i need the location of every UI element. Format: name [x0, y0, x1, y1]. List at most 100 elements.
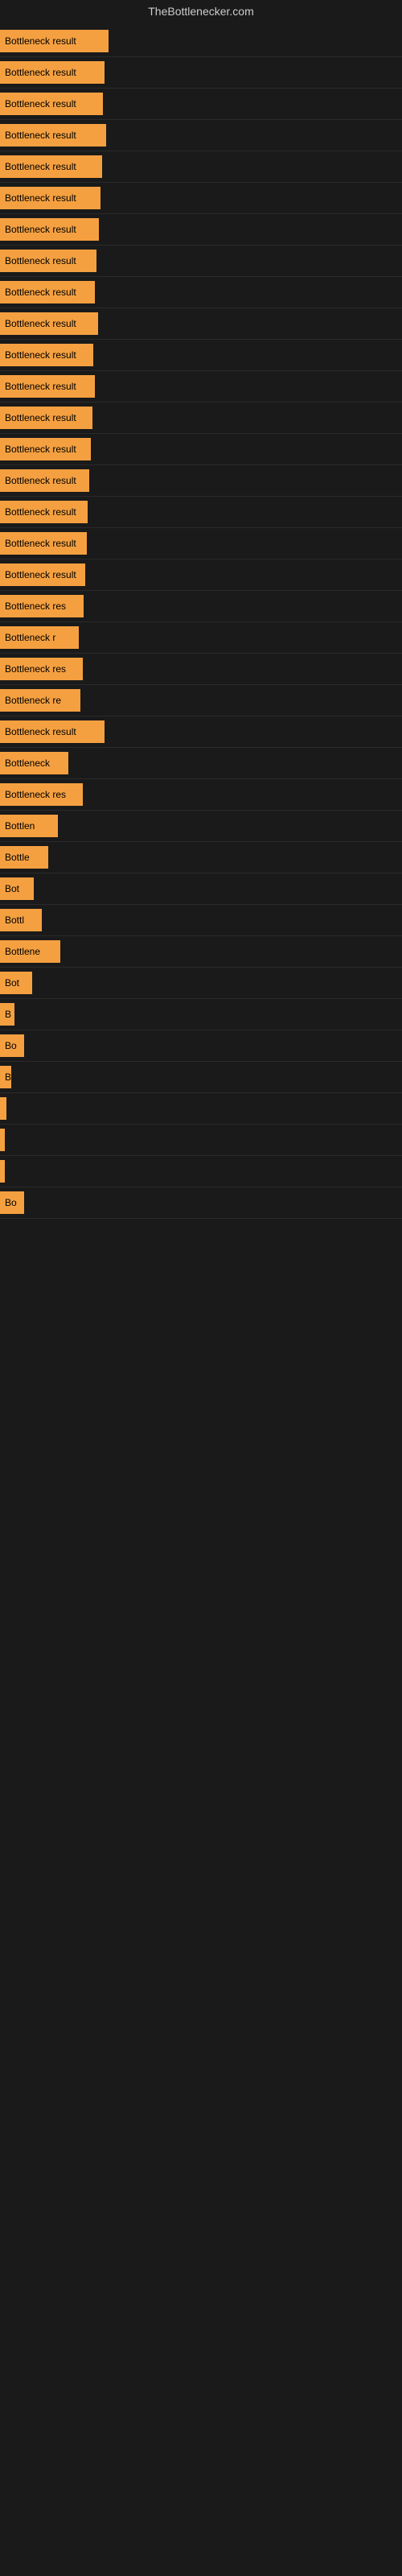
bottleneck-bar[interactable]: Bot [0, 972, 32, 994]
bar-wrapper: Bottleneck result [0, 559, 402, 591]
bar-item: Bottleneck r [0, 626, 402, 649]
bar-item: Bottleneck result [0, 250, 402, 272]
bottleneck-bar[interactable]: Bottleneck result [0, 532, 87, 555]
bottleneck-bar[interactable]: Bottleneck result [0, 124, 106, 147]
bar-item [0, 1129, 402, 1151]
bar-wrapper: Bottleneck r [0, 622, 402, 654]
bar-wrapper: Bottleneck result [0, 183, 402, 214]
bar-item: Bottleneck result [0, 501, 402, 523]
bar-wrapper: Bottleneck result [0, 371, 402, 402]
bottleneck-bar[interactable]: Bottleneck result [0, 30, 109, 52]
bar-item: Bottleneck result [0, 375, 402, 398]
bottleneck-bar[interactable]: Bottleneck res [0, 658, 83, 680]
bar-item: Bo [0, 1034, 402, 1057]
bar-wrapper: Bottleneck result [0, 277, 402, 308]
bottleneck-bar[interactable]: Bottleneck result [0, 312, 98, 335]
site-title: TheBottlenecker.com [0, 0, 402, 23]
bottleneck-bar[interactable]: Bottleneck res [0, 595, 84, 617]
bar-wrapper: Bottleneck result [0, 57, 402, 89]
bar-item: B [0, 1066, 402, 1088]
bar-wrapper: Bottleneck re [0, 685, 402, 716]
bottleneck-bar[interactable]: Bottlen [0, 815, 58, 837]
bar-item: Bottleneck result [0, 344, 402, 366]
bottleneck-bar[interactable]: B [0, 1066, 11, 1088]
bottleneck-bar[interactable]: Bottleneck [0, 752, 68, 774]
bottleneck-bar[interactable]: Bottleneck result [0, 720, 105, 743]
bar-wrapper: Bottleneck result [0, 340, 402, 371]
bottleneck-bar[interactable]: Bot [0, 877, 34, 900]
bar-item: Bot [0, 972, 402, 994]
bottleneck-bar[interactable]: Bottleneck re [0, 689, 80, 712]
bar-wrapper: Bot [0, 968, 402, 999]
bar-wrapper: B [0, 999, 402, 1030]
bars-container: Bottleneck result Bottleneck result Bottle… [0, 23, 402, 1222]
bar-wrapper: Bottle [0, 842, 402, 873]
bar-item: Bottleneck result [0, 438, 402, 460]
bottleneck-bar[interactable]: Bottleneck result [0, 407, 92, 429]
bar-item: Bottl [0, 909, 402, 931]
bar-item: Bottleneck result [0, 93, 402, 115]
bar-item: Bottleneck res [0, 783, 402, 806]
bar-wrapper: Bottlene [0, 936, 402, 968]
bottleneck-bar[interactable]: Bottleneck result [0, 250, 96, 272]
bottleneck-bar[interactable]: Bottleneck res [0, 783, 83, 806]
bar-wrapper: Bottleneck result [0, 497, 402, 528]
bottleneck-bar[interactable]: Bottleneck result [0, 344, 93, 366]
bottleneck-bar[interactable]: Bottleneck result [0, 469, 89, 492]
bar-item: Bottleneck result [0, 720, 402, 743]
bar-item: Bottleneck res [0, 595, 402, 617]
bar-wrapper: Bottleneck res [0, 779, 402, 811]
bottleneck-bar[interactable] [0, 1160, 5, 1183]
bar-item: Bot [0, 877, 402, 900]
bottleneck-bar[interactable]: B [0, 1003, 14, 1026]
bottleneck-bar[interactable]: Bottleneck r [0, 626, 79, 649]
bottleneck-bar[interactable] [0, 1129, 5, 1151]
bottleneck-bar[interactable]: Bottleneck result [0, 155, 102, 178]
bar-wrapper [0, 1156, 402, 1187]
bar-wrapper: Bottleneck result [0, 151, 402, 183]
bar-wrapper: Bo [0, 1187, 402, 1219]
bottleneck-bar[interactable] [0, 1097, 6, 1120]
bar-wrapper: B [0, 1062, 402, 1093]
bottleneck-bar[interactable]: Bottleneck result [0, 501, 88, 523]
bar-wrapper: Bottleneck res [0, 591, 402, 622]
bottleneck-bar[interactable]: Bottleneck result [0, 438, 91, 460]
bar-item [0, 1097, 402, 1120]
bar-wrapper: Bottleneck result [0, 465, 402, 497]
bottleneck-bar[interactable]: Bottl [0, 909, 42, 931]
bar-wrapper: Bottleneck result [0, 716, 402, 748]
bar-wrapper [0, 1125, 402, 1156]
bar-item: Bottlen [0, 815, 402, 837]
bar-wrapper: Bottleneck result [0, 26, 402, 57]
bar-item: Bottleneck [0, 752, 402, 774]
bottleneck-bar[interactable]: Bottle [0, 846, 48, 869]
bar-item: Bottleneck result [0, 532, 402, 555]
bar-wrapper: Bot [0, 873, 402, 905]
bar-item: Bottleneck result [0, 124, 402, 147]
bar-wrapper: Bottl [0, 905, 402, 936]
bottleneck-bar[interactable]: Bottleneck result [0, 281, 95, 303]
bar-item: Bottlene [0, 940, 402, 963]
bar-item: Bottleneck result [0, 155, 402, 178]
bar-wrapper: Bottleneck result [0, 528, 402, 559]
bar-wrapper: Bottleneck res [0, 654, 402, 685]
bottleneck-bar[interactable]: Bottleneck result [0, 564, 85, 586]
bar-wrapper: Bottleneck [0, 748, 402, 779]
bar-item: Bottleneck re [0, 689, 402, 712]
bar-item: Bottleneck res [0, 658, 402, 680]
bottleneck-bar[interactable]: Bo [0, 1191, 24, 1214]
bottleneck-bar[interactable]: Bottleneck result [0, 218, 99, 241]
bar-item: B [0, 1003, 402, 1026]
bottleneck-bar[interactable]: Bottleneck result [0, 93, 103, 115]
bottleneck-bar[interactable]: Bo [0, 1034, 24, 1057]
bottleneck-bar[interactable]: Bottleneck result [0, 61, 105, 84]
bar-wrapper: Bottleneck result [0, 214, 402, 246]
bottleneck-bar[interactable]: Bottlene [0, 940, 60, 963]
bottleneck-bar[interactable]: Bottleneck result [0, 187, 100, 209]
bar-wrapper: Bottleneck result [0, 89, 402, 120]
bottleneck-bar[interactable]: Bottleneck result [0, 375, 95, 398]
bar-item: Bottleneck result [0, 187, 402, 209]
bar-wrapper: Bottleneck result [0, 402, 402, 434]
bar-item: Bottleneck result [0, 564, 402, 586]
bar-wrapper: Bottleneck result [0, 120, 402, 151]
